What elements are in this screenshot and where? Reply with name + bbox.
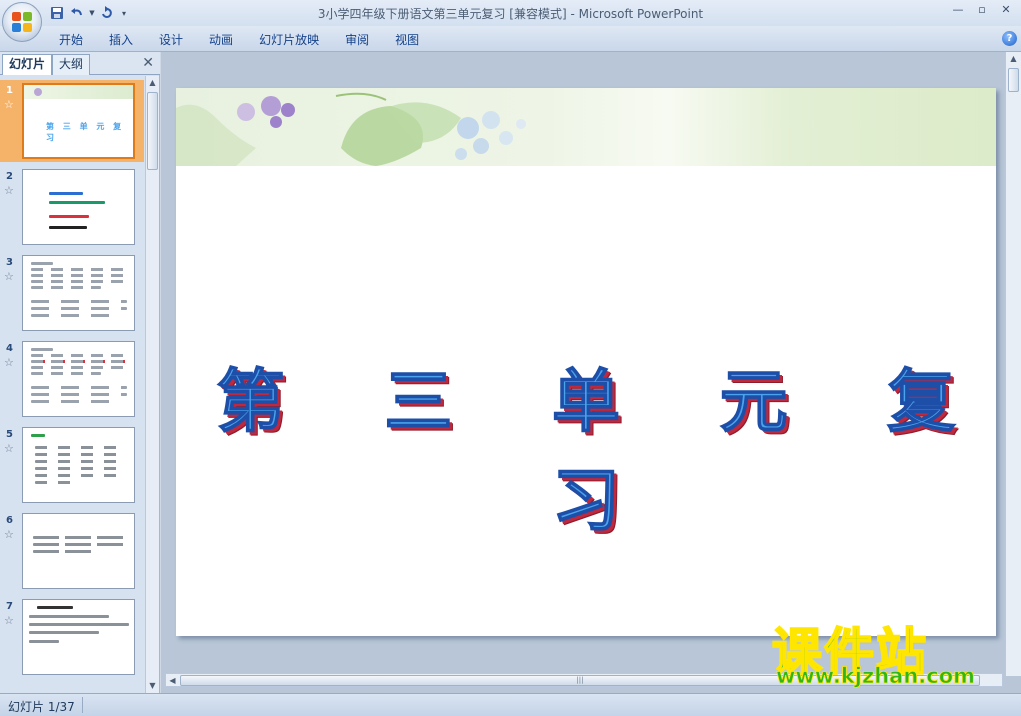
scroll-left-icon[interactable]: ◀ (166, 674, 179, 687)
slide-counter: 幻灯片 1/37 (8, 700, 75, 714)
tab-outline[interactable]: 大纲 (52, 54, 91, 75)
slide-number: 6 (6, 515, 13, 526)
animation-star-icon: ☆ (4, 184, 14, 197)
minimize-button[interactable]: — (947, 2, 969, 20)
slide-thumbnail-5[interactable]: 5 ☆ (0, 424, 144, 506)
tab-view[interactable]: 视图 (382, 31, 432, 49)
tab-design[interactable]: 设计 (146, 31, 196, 49)
tab-review[interactable]: 审阅 (332, 31, 382, 49)
slide-preview-title: 第 三 单 元 复 习 (46, 122, 125, 142)
tab-home[interactable]: 开始 (46, 31, 96, 49)
restore-button[interactable]: ▫ (971, 2, 993, 20)
tab-animations[interactable]: 动画 (196, 31, 246, 49)
tab-slides[interactable]: 幻灯片 (2, 54, 53, 75)
slide-preview (22, 427, 135, 503)
thumbnail-scrollbar[interactable]: ▲ ▼ (145, 76, 159, 693)
status-bar: 幻灯片 1/37 (0, 693, 1021, 716)
slide-preview (22, 169, 135, 245)
slide-number: 3 (6, 257, 13, 268)
animation-star-icon: ☆ (4, 356, 14, 369)
slide-thumbnail-6[interactable]: 6 ☆ (0, 510, 144, 592)
animation-star-icon: ☆ (4, 270, 14, 283)
office-button[interactable] (2, 2, 42, 42)
slide-preview (22, 341, 135, 417)
slide-header-decoration (176, 88, 996, 166)
close-button[interactable]: ✕ (995, 2, 1017, 20)
scroll-up-icon[interactable]: ▲ (146, 76, 159, 89)
slide-number: 2 (6, 171, 13, 182)
scrollbar-thumb[interactable] (147, 92, 158, 170)
current-slide[interactable]: 第 三 单 元 复 习 (176, 88, 996, 636)
window-controls: — ▫ ✕ (947, 2, 1017, 20)
slide-preview (22, 599, 135, 675)
close-pane-icon[interactable]: ✕ (142, 55, 154, 71)
slides-pane: 幻灯片 大纲 ✕ 1 ☆ 第 三 单 元 复 习 2 ☆ 3 ☆ 4 ☆ 5 ☆… (0, 52, 160, 693)
slide-number: 4 (6, 343, 13, 354)
scroll-up-icon[interactable]: ▲ (1007, 52, 1020, 65)
scroll-down-icon[interactable]: ▼ (146, 679, 159, 692)
slide-thumbnail-list: 1 ☆ 第 三 单 元 复 习 2 ☆ 3 ☆ 4 ☆ 5 ☆ 6 ☆ 7 ☆ (0, 76, 144, 693)
slide-number: 1 (6, 85, 13, 96)
slide-title[interactable]: 第 三 单 元 复 习 (176, 346, 996, 544)
slide-preview (22, 255, 135, 331)
watermark-url: www.kjzhan.com (776, 664, 976, 689)
ribbon-tabs: 开始 插入 设计 动画 幻灯片放映 审阅 视图 (46, 31, 432, 49)
status-separator (82, 697, 83, 713)
animation-star-icon: ☆ (4, 614, 14, 627)
animation-star-icon: ☆ (4, 442, 14, 455)
vertical-scrollbar[interactable]: ▲ (1005, 52, 1021, 676)
ribbon: 开始 插入 设计 动画 幻灯片放映 审阅 视图 ? (0, 26, 1021, 52)
slide-number: 5 (6, 429, 13, 440)
tab-insert[interactable]: 插入 (96, 31, 146, 49)
slide-number: 7 (6, 601, 13, 612)
slide-editor: 第 三 单 元 复 习 ▲ ◀ ||| (161, 52, 1021, 693)
watermark-logo: 课件站 www.kjzhan.com (770, 612, 1010, 692)
animation-star-icon: ☆ (4, 98, 14, 111)
slide-thumbnail-1[interactable]: 1 ☆ 第 三 单 元 复 习 (0, 80, 144, 162)
window-title: 3小学四年级下册语文第三单元复习 [兼容模式] - Microsoft Powe… (317, 7, 704, 21)
tab-slideshow[interactable]: 幻灯片放映 (246, 31, 332, 49)
scrollbar-thumb[interactable] (1008, 68, 1019, 92)
slide-thumbnail-7[interactable]: 7 ☆ (0, 596, 144, 678)
slide-preview (22, 513, 135, 589)
slide-thumbnail-2[interactable]: 2 ☆ (0, 166, 144, 248)
animation-star-icon: ☆ (4, 528, 14, 541)
pane-tabs: 幻灯片 大纲 ✕ (0, 52, 160, 75)
slide-thumbnail-3[interactable]: 3 ☆ (0, 252, 144, 334)
help-icon[interactable]: ? (1002, 31, 1017, 46)
slide-thumbnail-4[interactable]: 4 ☆ (0, 338, 144, 420)
slide-preview: 第 三 单 元 复 习 (22, 83, 135, 159)
title-bar: ▼ ▾ 3小学四年级下册语文第三单元复习 [兼容模式] - Microsoft … (0, 0, 1021, 26)
office-logo-icon (12, 12, 32, 32)
